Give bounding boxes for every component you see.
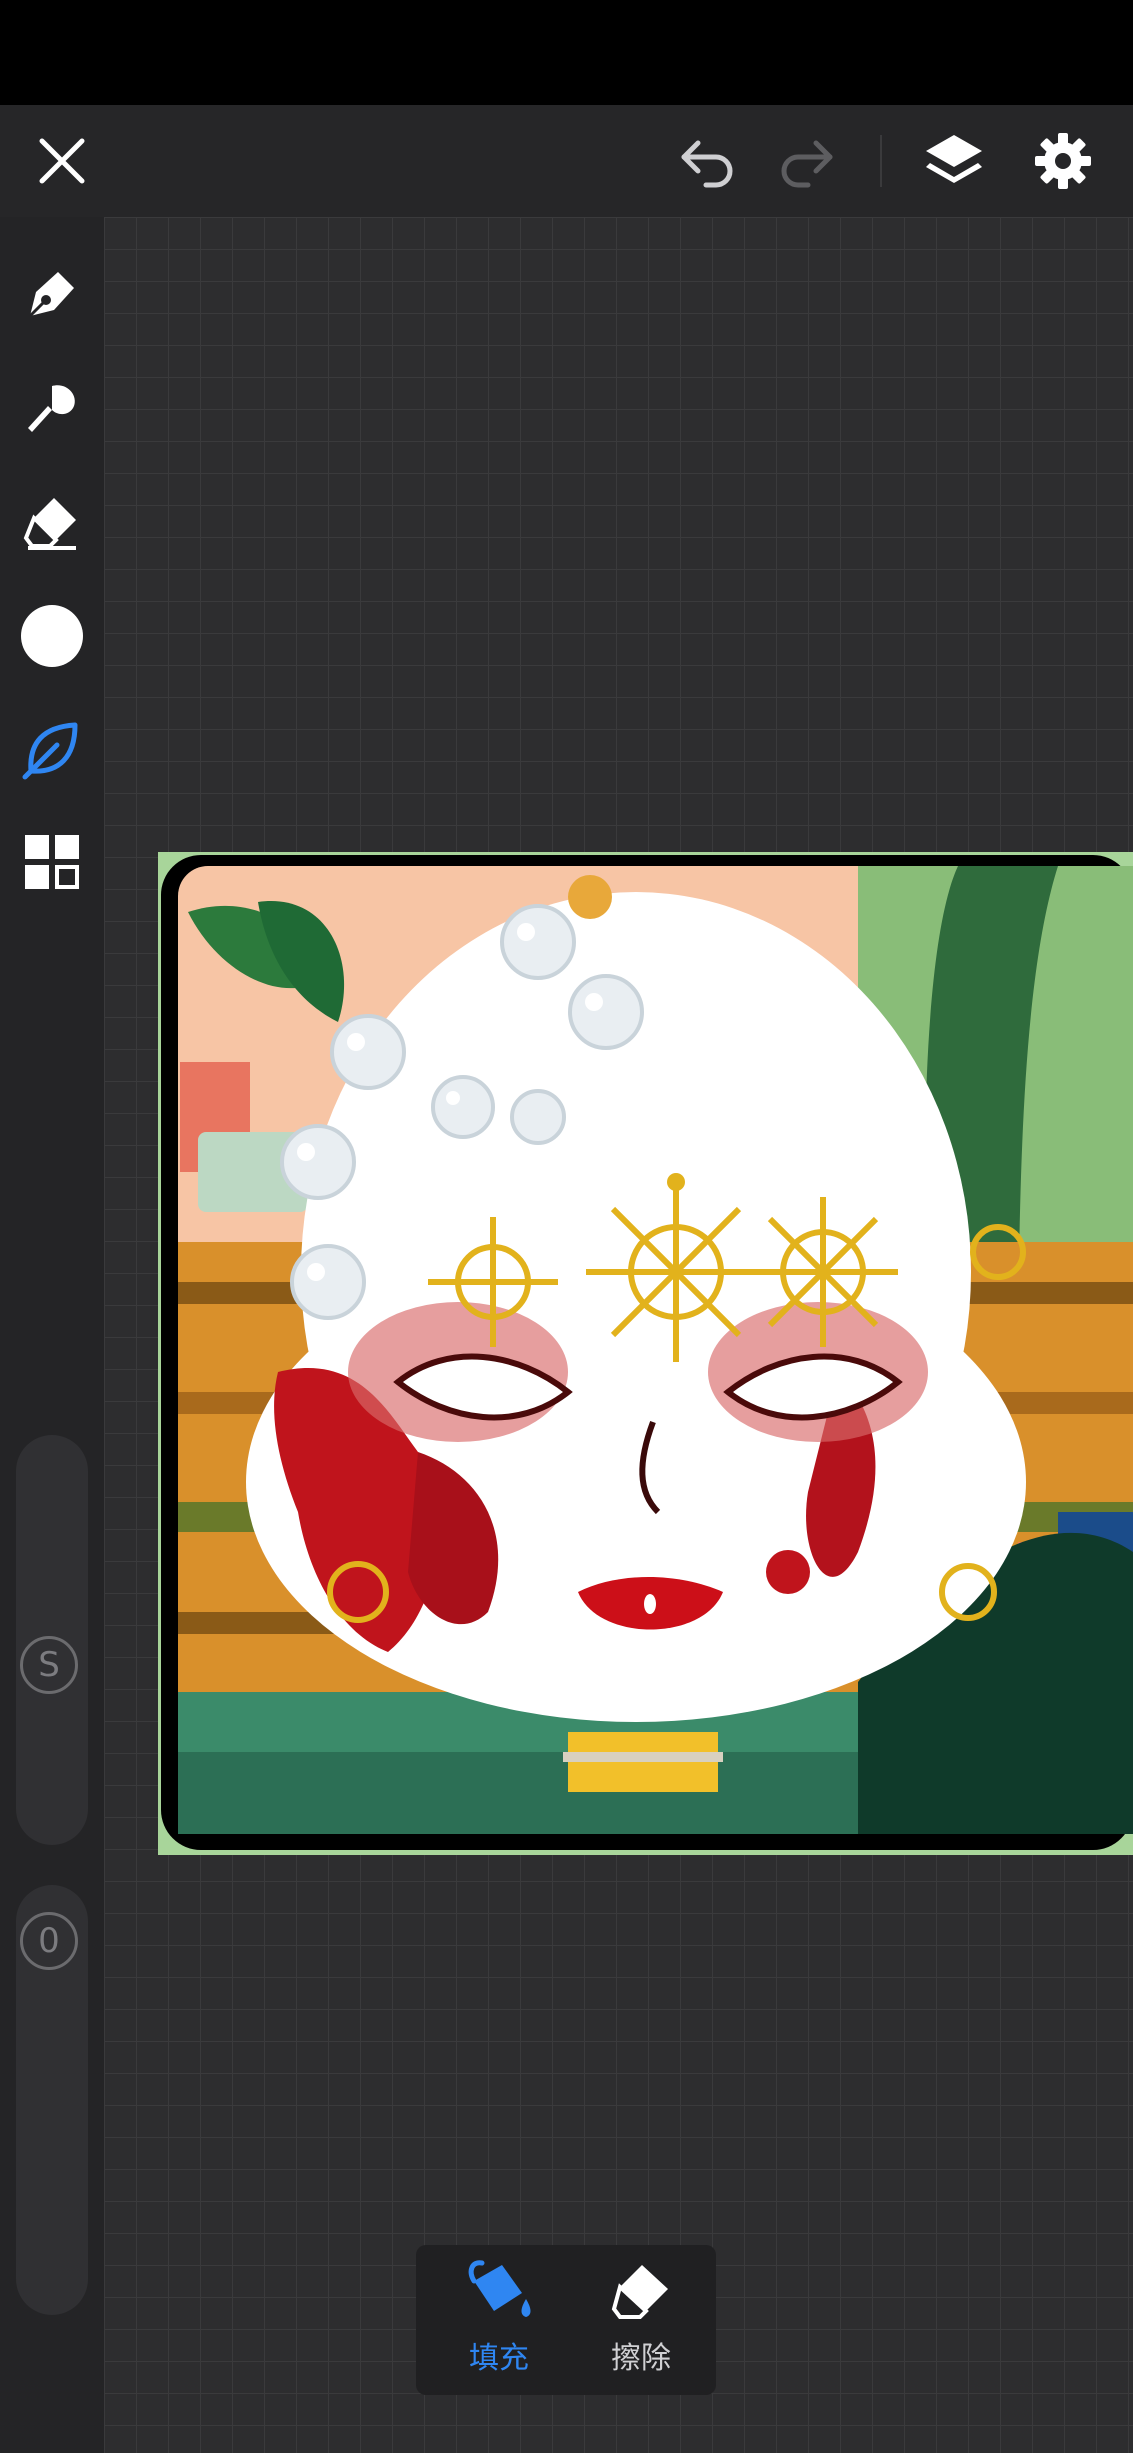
grid-icon: [25, 835, 79, 889]
redo-button[interactable]: [770, 125, 842, 197]
brush-tool-button[interactable]: [14, 370, 90, 446]
status-bar: [0, 0, 1133, 105]
fill-button[interactable]: 填充: [434, 2257, 564, 2383]
layers-icon: [926, 135, 982, 183]
undo-icon: [681, 140, 733, 188]
eraser-icon: [611, 2265, 668, 2319]
settings-button[interactable]: [1027, 125, 1099, 197]
erase-button-label: 擦除: [611, 2341, 671, 2376]
leaf-tool-button[interactable]: [14, 712, 90, 788]
color-swatch-button[interactable]: [14, 598, 90, 674]
paint-bucket-icon: [468, 2260, 531, 2317]
leaf-icon: [22, 722, 78, 780]
erase-button[interactable]: 擦除: [576, 2257, 706, 2383]
layers-button[interactable]: [918, 125, 990, 197]
redo-icon: [781, 140, 833, 188]
pen-icon: [28, 272, 74, 318]
brush-icon: [28, 385, 75, 432]
eraser-icon: [23, 498, 76, 550]
brush-size-knob[interactable]: S: [20, 1636, 78, 1694]
gear-icon: [1035, 133, 1091, 189]
grid-tool-button[interactable]: [14, 824, 90, 900]
close-icon: [39, 138, 85, 184]
eraser-tool-button[interactable]: [14, 484, 90, 560]
brush-opacity-knob[interactable]: 0: [20, 1912, 78, 1970]
fill-mode-panel: 填充 擦除: [416, 2245, 716, 2395]
pen-tool-button[interactable]: [14, 256, 90, 332]
artwork-canvas[interactable]: [158, 852, 1133, 1855]
color-swatch: [21, 605, 83, 667]
fill-button-label: 填充: [469, 2341, 529, 2376]
undo-button[interactable]: [672, 125, 744, 197]
toolbar-divider: [880, 135, 882, 187]
close-button[interactable]: [26, 125, 98, 197]
